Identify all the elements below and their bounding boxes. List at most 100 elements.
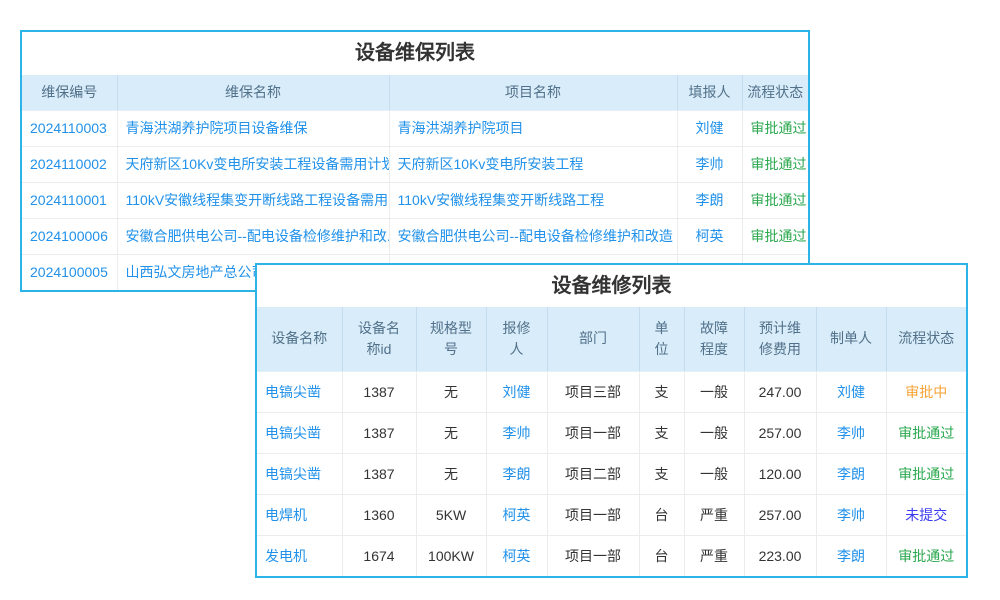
maintenance-table: 维保编号 维保名称 项目名称 填报人 流程状态 2024110003 青海洪湖养… <box>22 75 808 290</box>
col-header-creator: 制单人 <box>816 307 886 371</box>
unit-cell: 支 <box>639 412 684 453</box>
model-cell: 无 <box>416 371 486 412</box>
maintenance-no-link[interactable]: 2024100006 <box>22 218 117 254</box>
filler-link[interactable]: 刘健 <box>677 110 742 146</box>
creator-link[interactable]: 李帅 <box>816 412 886 453</box>
col-header-model: 规格型 号 <box>416 307 486 371</box>
maintenance-no-link[interactable]: 2024100005 <box>22 254 117 290</box>
page-background: 设备维保列表 维保编号 维保名称 项目名称 填报人 流程状态 202411000… <box>0 0 1000 600</box>
cost-cell: 257.00 <box>744 412 816 453</box>
project-name-link[interactable]: 天府新区10Kv变电所安装工程 <box>389 146 677 182</box>
creator-link[interactable]: 刘健 <box>816 371 886 412</box>
col-header-filler: 填报人 <box>677 75 742 110</box>
device-id-cell: 1360 <box>342 494 416 535</box>
col-header-severity: 故障 程度 <box>684 307 744 371</box>
maintenance-name-link[interactable]: 青海洪湖养护院项目设备维保 <box>117 110 389 146</box>
device-id-cell: 1387 <box>342 412 416 453</box>
status-badge: 审批通过 <box>742 146 808 182</box>
table-row: 电焊机 1360 5KW 柯英 项目一部 台 严重 257.00 李帅 未提交 <box>257 494 966 535</box>
status-badge: 审批通过 <box>886 412 966 453</box>
table-row: 电镐尖凿 1387 无 李帅 项目一部 支 一般 257.00 李帅 审批通过 <box>257 412 966 453</box>
cost-cell: 257.00 <box>744 494 816 535</box>
model-cell: 无 <box>416 453 486 494</box>
status-badge: 未提交 <box>886 494 966 535</box>
filler-link[interactable]: 柯英 <box>677 218 742 254</box>
table-row: 2024110001 110kV安徽线程集变开断线路工程设备需用... 110k… <box>22 182 808 218</box>
table-row: 2024100006 安徽合肥供电公司--配电设备检修维护和改... 安徽合肥供… <box>22 218 808 254</box>
project-name-link[interactable]: 110kV安徽线程集变开断线路工程 <box>389 182 677 218</box>
maintenance-name-link[interactable]: 110kV安徽线程集变开断线路工程设备需用... <box>117 182 389 218</box>
col-header-department: 部门 <box>547 307 639 371</box>
status-badge: 审批通过 <box>742 218 808 254</box>
reporter-link[interactable]: 柯英 <box>486 535 547 576</box>
department-cell: 项目一部 <box>547 494 639 535</box>
department-cell: 项目三部 <box>547 371 639 412</box>
department-cell: 项目一部 <box>547 535 639 576</box>
table-row: 2024110003 青海洪湖养护院项目设备维保 青海洪湖养护院项目 刘健 审批… <box>22 110 808 146</box>
status-badge: 审批通过 <box>742 182 808 218</box>
maintenance-name-link[interactable]: 安徽合肥供电公司--配电设备检修维护和改... <box>117 218 389 254</box>
unit-cell: 台 <box>639 494 684 535</box>
maintenance-no-link[interactable]: 2024110003 <box>22 110 117 146</box>
severity-cell: 一般 <box>684 412 744 453</box>
severity-cell: 严重 <box>684 494 744 535</box>
maintenance-list-title: 设备维保列表 <box>22 32 808 75</box>
severity-cell: 一般 <box>684 453 744 494</box>
device-name-link[interactable]: 电镐尖凿 <box>257 371 342 412</box>
table-row: 电镐尖凿 1387 无 李朗 项目二部 支 一般 120.00 李朗 审批通过 <box>257 453 966 494</box>
unit-cell: 支 <box>639 453 684 494</box>
project-name-link[interactable]: 青海洪湖养护院项目 <box>389 110 677 146</box>
filler-link[interactable]: 李朗 <box>677 182 742 218</box>
repair-table: 设备名称 设备名 称id 规格型 号 报修 人 部门 单 位 故障 程度 预计维… <box>257 307 966 576</box>
col-header-status: 流程状态 <box>886 307 966 371</box>
col-header-maintenance-no: 维保编号 <box>22 75 117 110</box>
severity-cell: 一般 <box>684 371 744 412</box>
repair-list-title: 设备维修列表 <box>257 265 966 307</box>
col-header-estimated-cost: 预计维 修费用 <box>744 307 816 371</box>
status-badge: 审批通过 <box>742 110 808 146</box>
col-header-device-id: 设备名 称id <box>342 307 416 371</box>
repair-list-card: 设备维修列表 设备名称 设备名 称id 规格型 号 报修 人 部门 单 位 故障… <box>255 263 968 578</box>
maintenance-header-row: 维保编号 维保名称 项目名称 填报人 流程状态 <box>22 75 808 110</box>
device-id-cell: 1387 <box>342 371 416 412</box>
device-name-link[interactable]: 发电机 <box>257 535 342 576</box>
model-cell: 无 <box>416 412 486 453</box>
reporter-link[interactable]: 李朗 <box>486 453 547 494</box>
device-id-cell: 1674 <box>342 535 416 576</box>
creator-link[interactable]: 李朗 <box>816 535 886 576</box>
maintenance-no-link[interactable]: 2024110002 <box>22 146 117 182</box>
creator-link[interactable]: 李朗 <box>816 453 886 494</box>
department-cell: 项目二部 <box>547 453 639 494</box>
filler-link[interactable]: 李帅 <box>677 146 742 182</box>
model-cell: 100KW <box>416 535 486 576</box>
col-header-maintenance-name: 维保名称 <box>117 75 389 110</box>
project-name-link[interactable]: 安徽合肥供电公司--配电设备检修维护和改造 <box>389 218 677 254</box>
cost-cell: 223.00 <box>744 535 816 576</box>
device-name-link[interactable]: 电焊机 <box>257 494 342 535</box>
device-name-link[interactable]: 电镐尖凿 <box>257 453 342 494</box>
table-row: 2024110002 天府新区10Kv变电所安装工程设备需用计划 天府新区10K… <box>22 146 808 182</box>
maintenance-name-link[interactable]: 天府新区10Kv变电所安装工程设备需用计划 <box>117 146 389 182</box>
status-badge: 审批通过 <box>886 535 966 576</box>
table-row: 发电机 1674 100KW 柯英 项目一部 台 严重 223.00 李朗 审批… <box>257 535 966 576</box>
creator-link[interactable]: 李帅 <box>816 494 886 535</box>
col-header-device-name: 设备名称 <box>257 307 342 371</box>
cost-cell: 120.00 <box>744 453 816 494</box>
unit-cell: 台 <box>639 535 684 576</box>
maintenance-no-link[interactable]: 2024110001 <box>22 182 117 218</box>
department-cell: 项目一部 <box>547 412 639 453</box>
col-header-unit: 单 位 <box>639 307 684 371</box>
reporter-link[interactable]: 李帅 <box>486 412 547 453</box>
severity-cell: 严重 <box>684 535 744 576</box>
status-badge: 审批通过 <box>886 453 966 494</box>
device-name-link[interactable]: 电镐尖凿 <box>257 412 342 453</box>
reporter-link[interactable]: 柯英 <box>486 494 547 535</box>
maintenance-list-card: 设备维保列表 维保编号 维保名称 项目名称 填报人 流程状态 202411000… <box>20 30 810 292</box>
reporter-link[interactable]: 刘健 <box>486 371 547 412</box>
cost-cell: 247.00 <box>744 371 816 412</box>
col-header-status: 流程状态 <box>742 75 808 110</box>
repair-header-row: 设备名称 设备名 称id 规格型 号 报修 人 部门 单 位 故障 程度 预计维… <box>257 307 966 371</box>
status-badge: 审批中 <box>886 371 966 412</box>
device-id-cell: 1387 <box>342 453 416 494</box>
col-header-project-name: 项目名称 <box>389 75 677 110</box>
